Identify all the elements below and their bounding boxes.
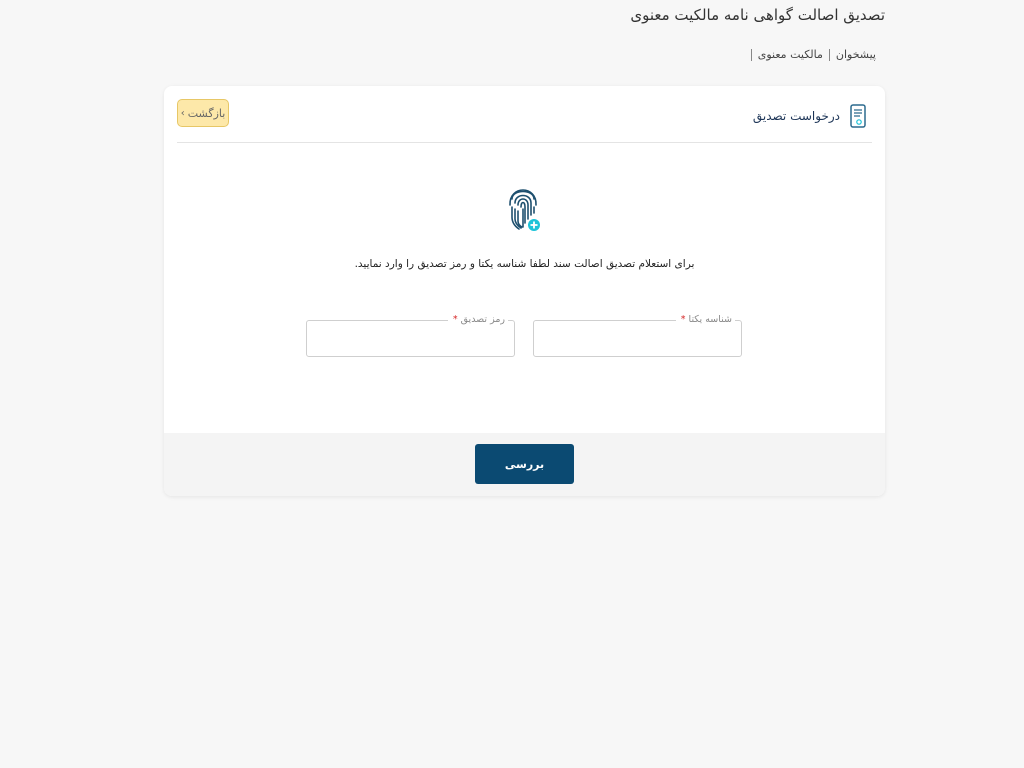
verification-code-input[interactable] bbox=[307, 321, 514, 356]
fingerprint-icon bbox=[508, 181, 542, 239]
card-footer: بررسی bbox=[164, 433, 885, 496]
breadcrumb-item-dashboard[interactable]: پیشخوان bbox=[836, 48, 876, 61]
breadcrumb: پیشخوان مالکیت معنوی bbox=[745, 48, 876, 61]
instructions-text: برای استعلام تصدیق اصالت سند لطفا شناسه … bbox=[354, 258, 695, 270]
card-header: درخواست تصدیق بازگشت › bbox=[177, 86, 872, 143]
unique-id-field[interactable]: شناسه یکتا * bbox=[533, 314, 742, 357]
verification-code-label-text: رمز تصدیق bbox=[460, 314, 505, 325]
document-icon bbox=[850, 104, 866, 128]
back-button[interactable]: بازگشت › bbox=[177, 99, 229, 127]
back-button-label: بازگشت bbox=[187, 106, 226, 120]
required-marker: * bbox=[452, 314, 458, 325]
unique-id-label: شناسه یکتا * bbox=[675, 314, 735, 326]
chevron-right-icon: › bbox=[180, 107, 185, 119]
verification-card: درخواست تصدیق بازگشت › برای استعلام تصدی… bbox=[164, 86, 885, 496]
required-marker: * bbox=[680, 314, 686, 325]
verification-code-field[interactable]: رمز تصدیق * bbox=[306, 314, 515, 357]
verification-code-label: رمز تصدیق * bbox=[447, 314, 508, 326]
breadcrumb-separator bbox=[750, 48, 752, 61]
page-title: تصدیق اصالت گواهی نامه مالکیت معنوی bbox=[630, 6, 885, 24]
unique-id-label-text: شناسه یکتا bbox=[688, 314, 732, 325]
unique-id-input[interactable] bbox=[534, 321, 741, 356]
header-title-group: درخواست تصدیق bbox=[753, 104, 868, 128]
breadcrumb-separator bbox=[828, 48, 830, 61]
breadcrumb-item-intellectual-property[interactable]: مالکیت معنوی bbox=[758, 48, 823, 61]
submit-button[interactable]: بررسی bbox=[475, 444, 574, 484]
card-header-title: درخواست تصدیق bbox=[752, 109, 840, 123]
